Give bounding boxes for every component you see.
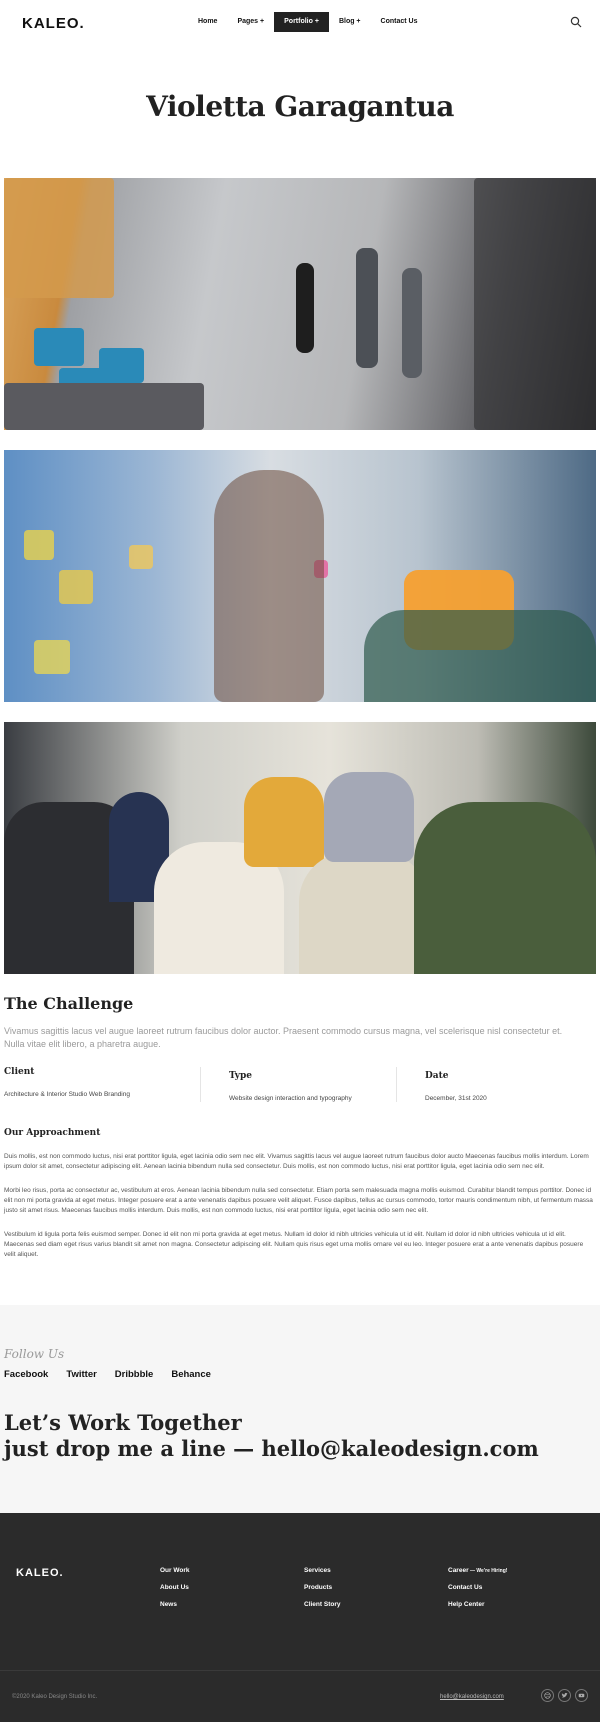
footer-social-icons (541, 1689, 588, 1702)
search-icon[interactable] (570, 16, 582, 28)
dribbble-link[interactable]: Dribbble (115, 1369, 154, 1380)
dribbble-icon[interactable] (541, 1689, 554, 1702)
footer-link-our-work[interactable]: Our Work (160, 1567, 190, 1584)
meta-type-value: Website design interaction and typograph… (229, 1095, 352, 1102)
meta-type-label: Type (229, 1071, 252, 1081)
bottom-bar: ©2020 Kaleo Design Studio Inc. hello@kal… (0, 1670, 600, 1722)
facebook-link[interactable]: Facebook (4, 1369, 48, 1380)
cta-heading: Let’s Work Together (4, 1410, 242, 1435)
nav-contact[interactable]: Contact Us (371, 12, 428, 32)
footer-link-products[interactable]: Products (304, 1584, 340, 1601)
team-group-photo (4, 722, 596, 974)
approach-paragraph: Vestibulum id ligula porta felis euismod… (4, 1231, 584, 1258)
follow-section: Follow Us Facebook Twitter Dribbble Beha… (0, 1305, 600, 1513)
footer-link-about-us[interactable]: About Us (160, 1584, 190, 1601)
meta-client: Client Architecture & Interior Studio We… (4, 1067, 200, 1102)
office-team-photo (4, 178, 596, 430)
challenge-title: The Challenge (4, 994, 134, 1013)
challenge-text: Vivamus sagittis lacus vel augue laoreet… (4, 1026, 563, 1049)
meta-client-value: Architecture & Interior Studio Web Brand… (4, 1091, 130, 1098)
logo[interactable]: KALEO. (22, 15, 85, 32)
footer-column: Our Work About Us News (160, 1567, 190, 1618)
footer-link-services[interactable]: Services (304, 1567, 340, 1584)
career-label: Career (448, 1567, 469, 1574)
footer-link-career[interactable]: Career — We’re Hiring! (448, 1567, 507, 1584)
footer-link-contact-us[interactable]: Contact Us (448, 1584, 507, 1601)
challenge-section: The Challenge Vivamus sagittis lacus vel… (0, 994, 600, 1260)
page-title: Violetta Garagantua (146, 90, 454, 123)
follow-title: Follow Us (4, 1347, 65, 1361)
nav-portfolio[interactable]: Portfolio + (274, 12, 329, 32)
meta-date: Date December, 31st 2020 (396, 1067, 592, 1102)
cta-email-line[interactable]: just drop me a line — hello@kaleodesign.… (4, 1436, 596, 1462)
approach-paragraph: Morbi leo risus, porta ac consectetur ac… (4, 1187, 593, 1214)
footer-link-client-story[interactable]: Client Story (304, 1601, 340, 1618)
project-meta: Client Architecture & Interior Studio We… (4, 1067, 596, 1102)
hiring-badge: — We’re Hiring! (468, 1568, 508, 1574)
copyright: ©2020 Kaleo Design Studio Inc. (12, 1694, 98, 1700)
main-nav: Home Pages + Portfolio + Blog + Contact … (188, 12, 427, 32)
footer-email-link[interactable]: hello@kaleodesign.com (440, 1694, 504, 1700)
social-links: Facebook Twitter Dribbble Behance (4, 1369, 596, 1380)
nav-blog[interactable]: Blog + (329, 12, 371, 32)
nav-pages[interactable]: Pages + (227, 12, 274, 32)
twitter-link[interactable]: Twitter (66, 1369, 96, 1380)
meta-type: Type Website design interaction and typo… (200, 1067, 396, 1102)
meta-date-label: Date (425, 1071, 449, 1081)
youtube-icon[interactable] (575, 1689, 588, 1702)
twitter-icon[interactable] (558, 1689, 571, 1702)
site-header: KALEO. Home Pages + Portfolio + Blog + C… (0, 0, 600, 46)
footer-link-news[interactable]: News (160, 1601, 190, 1618)
footer-link-help-center[interactable]: Help Center (448, 1601, 507, 1618)
footer-column: Services Products Client Story (304, 1567, 340, 1618)
brainstorm-photo (4, 450, 596, 702)
footer-logo[interactable]: KALEO. (16, 1567, 64, 1579)
footer-column: Career — We’re Hiring! Contact Us Help C… (448, 1567, 507, 1618)
site-footer: KALEO. Our Work About Us News Services P… (0, 1513, 600, 1670)
nav-home[interactable]: Home (188, 12, 227, 32)
meta-date-value: December, 31st 2020 (425, 1095, 487, 1102)
approach-paragraph: Duis mollis, est non commodo luctus, nis… (4, 1153, 589, 1170)
behance-link[interactable]: Behance (171, 1369, 211, 1380)
meta-client-label: Client (4, 1067, 35, 1077)
approach-title: Our Approachment (4, 1128, 101, 1138)
